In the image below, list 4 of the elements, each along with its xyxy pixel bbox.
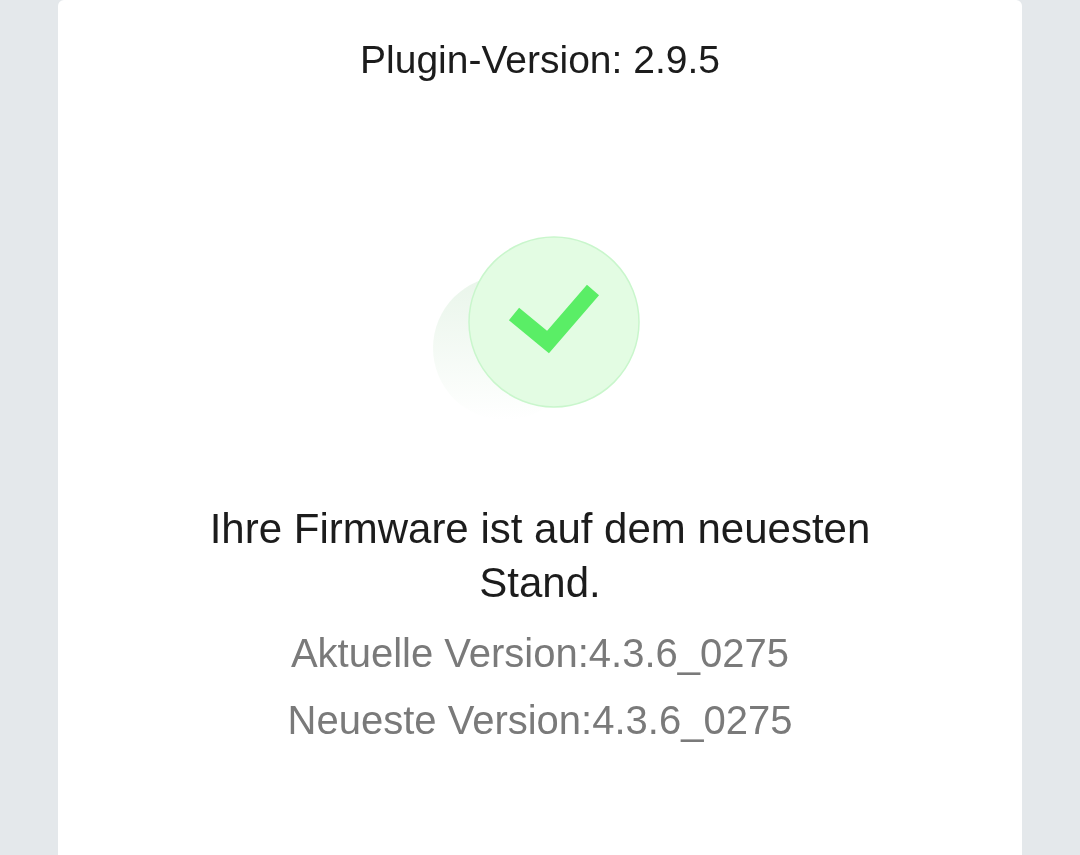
version-text: Neueste Version:4.3.6_0275 — [287, 697, 793, 744]
status-message: Ihre Firmware ist auf dem neuesten Stand. — [208, 504, 872, 608]
version-text: Aktuelle Version:4.3.6_0275 — [290, 630, 790, 677]
plugin-version-text: Plugin-Version: 2.9.5 — [360, 37, 720, 83]
